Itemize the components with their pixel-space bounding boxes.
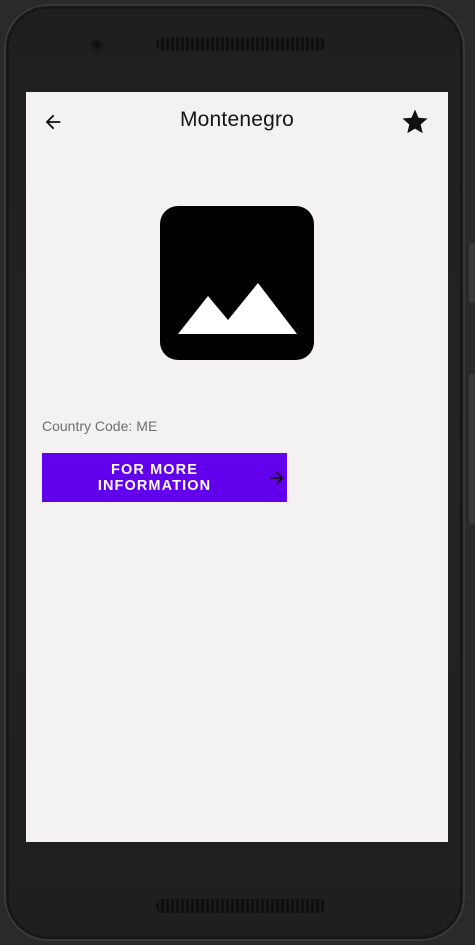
country-code-text: Country Code: ME (42, 418, 157, 434)
more-information-button[interactable]: FOR MORE INFORMATION (42, 453, 287, 502)
front-camera (90, 38, 104, 52)
volume-button (469, 374, 475, 524)
bottom-speaker (156, 899, 326, 913)
more-information-label: FOR MORE INFORMATION (97, 461, 212, 494)
star-icon (402, 109, 428, 134)
toolbar: Montenegro (26, 92, 448, 150)
page-title: Montenegro (179, 108, 295, 131)
country-code-value: ME (136, 418, 158, 434)
country-code-label: Country Code: (42, 418, 133, 434)
favorite-button[interactable] (398, 105, 432, 139)
app-screen: Montenegro Country Code: ME FOR MORE INFO… (26, 92, 448, 842)
power-button (469, 243, 475, 303)
earpiece-speaker (156, 37, 326, 51)
device-frame: Montenegro Country Code: ME FOR MORE INFO… (0, 0, 475, 945)
arrow-forward-icon (267, 468, 287, 488)
image-placeholder-icon (160, 206, 314, 360)
